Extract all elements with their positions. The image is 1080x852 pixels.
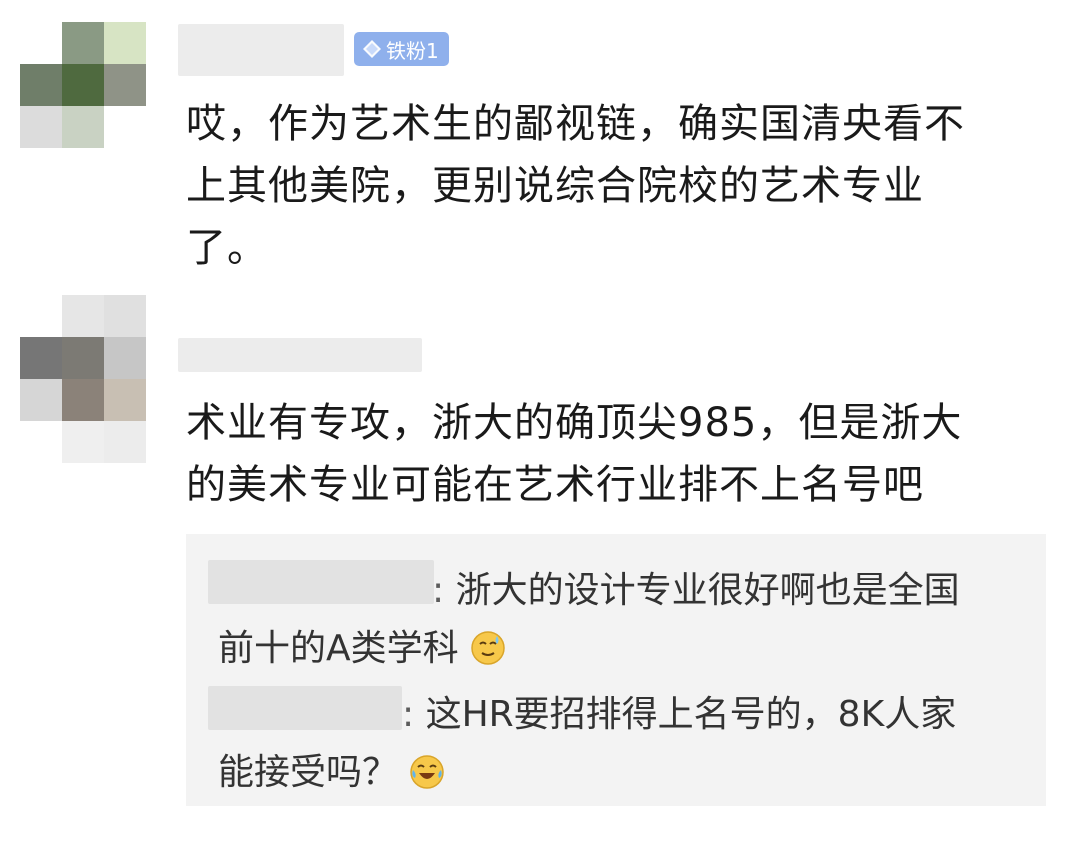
reply-thread[interactable]: : 浙大的设计专业很好啊也是全国 前十的A类学科 : 这HR要招排得上名号的，8…: [186, 534, 1046, 806]
fan-badge[interactable]: 铁粉1: [354, 32, 449, 66]
avatar[interactable]: [20, 22, 188, 190]
comment-text: 哎，作为艺术生的鄙视链，确实国清央看不 上其他美院，更别说综合院校的艺术专业 了…: [186, 101, 965, 271]
comment-text: 术业有专攻，浙大的确顶尖985，但是浙大 的美术专业可能在艺术行业排不上名号吧: [186, 400, 963, 508]
username-redacted[interactable]: [178, 338, 422, 372]
avatar[interactable]: [20, 295, 188, 463]
badge-label: 铁粉1: [386, 38, 439, 63]
username-redacted[interactable]: [178, 24, 344, 76]
reply-item[interactable]: : 这HR要招排得上名号的，8K人家 能接受吗？: [218, 686, 1018, 808]
laugh-cry-emoji-icon: [409, 750, 445, 808]
sweat-smile-emoji-icon: [470, 626, 506, 684]
diamond-icon: [363, 40, 381, 58]
reply-item[interactable]: : 浙大的设计专业很好啊也是全国 前十的A类学科: [218, 562, 1018, 684]
